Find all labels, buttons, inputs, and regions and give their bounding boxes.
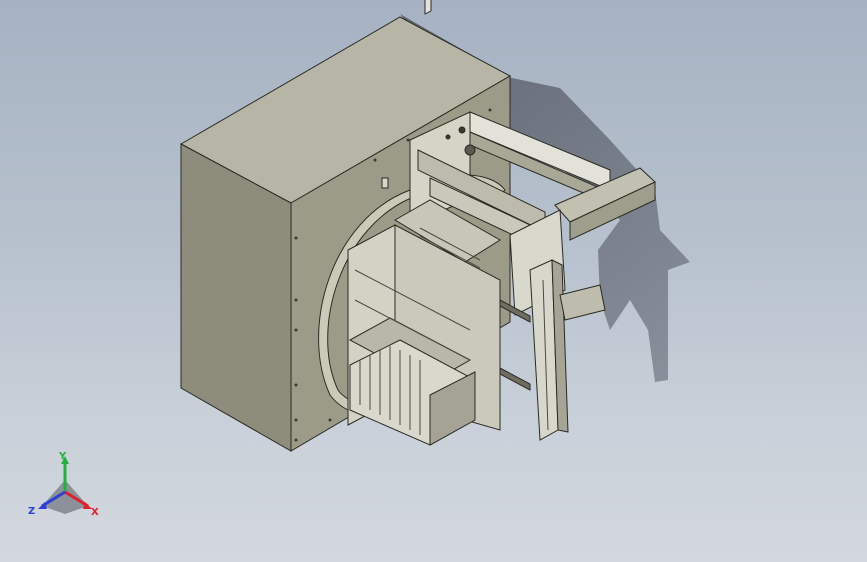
y-axis-label: Y (58, 451, 67, 462)
cad-graphics-viewport[interactable]: Y X Z (0, 0, 867, 562)
small-bracket (381, 177, 389, 189)
lift-column[interactable] (529, 259, 606, 441)
x-axis-label: X (91, 507, 99, 518)
coordinate-triad: Y X Z (28, 451, 99, 518)
z-axis-label: Z (28, 506, 35, 517)
assembly-model[interactable] (0, 0, 867, 562)
upper-blades (424, 0, 432, 15)
